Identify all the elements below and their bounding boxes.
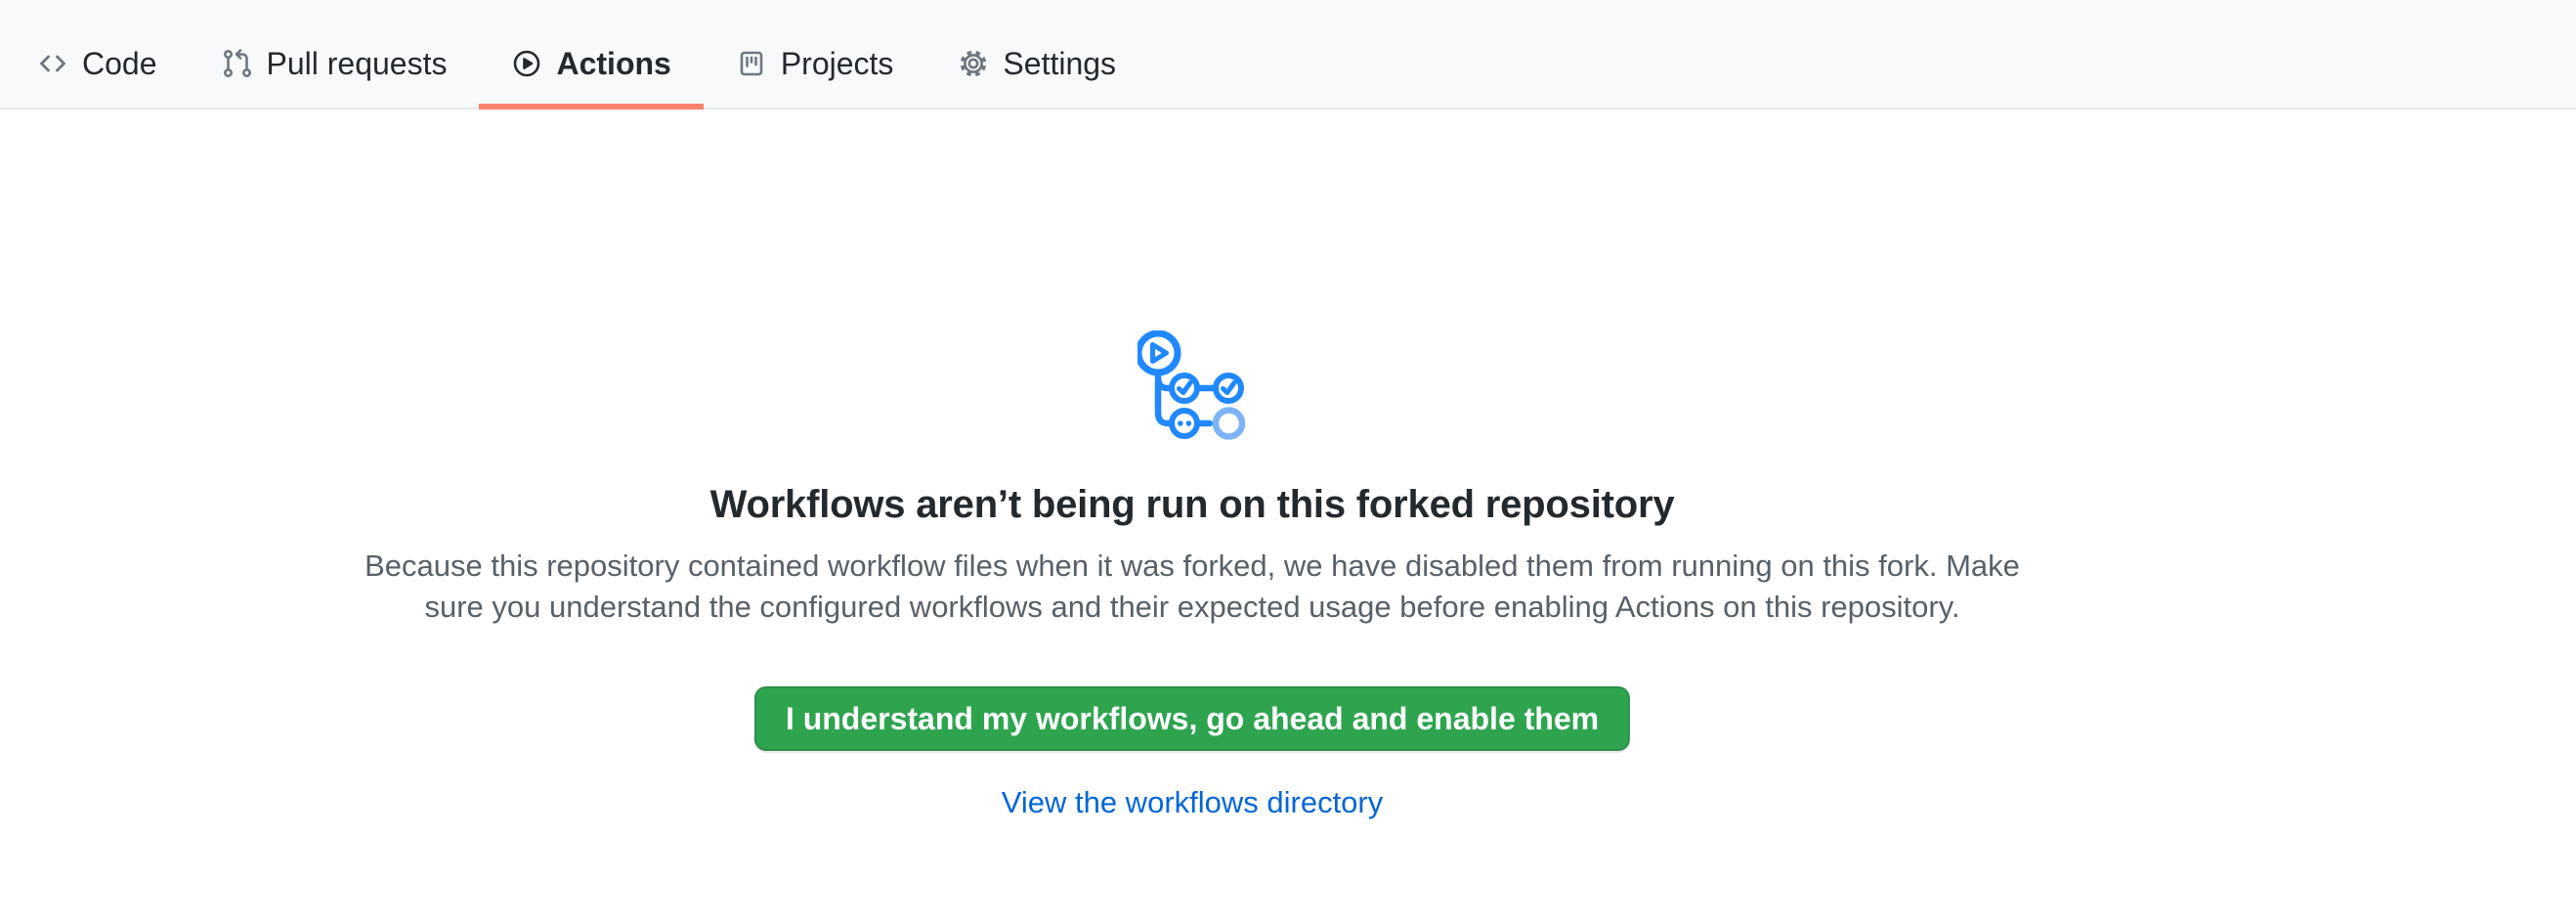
- view-workflows-directory-link[interactable]: View the workflows directory: [1002, 785, 1384, 819]
- blankslate-description-line-2: sure you understand the configured workf…: [0, 587, 2384, 628]
- enable-workflows-button[interactable]: I understand my workflows, go ahead and …: [754, 686, 1630, 751]
- blankslate-description-line-1: Because this repository contained workfl…: [0, 546, 2384, 587]
- actions-disabled-blankslate: Workflows aren’t being run on this forke…: [0, 0, 2384, 923]
- workflow-graph-icon: [1138, 330, 1247, 440]
- blankslate-link-row: View the workflows directory: [0, 782, 2384, 823]
- blankslate-description: Because this repository contained workfl…: [0, 546, 2384, 628]
- blankslate-heading: Workflows aren’t being run on this forke…: [0, 481, 2384, 528]
